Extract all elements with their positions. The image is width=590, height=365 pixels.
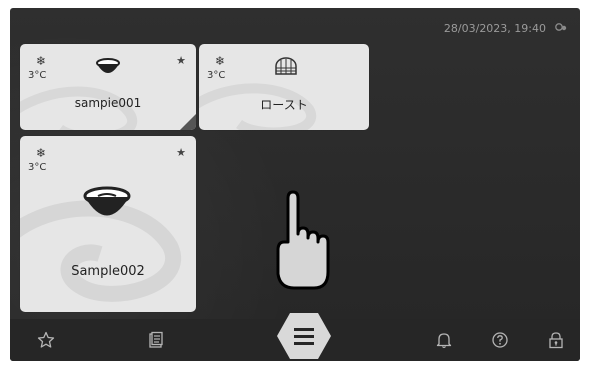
datetime-display: 28/03/2023, 19:40 (443, 22, 546, 35)
snowflake-icon: ❄ (215, 54, 226, 68)
temperature-label: 3°C (207, 70, 226, 81)
snowflake-icon: ❄ (36, 146, 47, 160)
star-icon (37, 331, 55, 348)
recipe-name: ロースト (260, 98, 308, 112)
recipe-card-sampie001[interactable]: ❄ 3°C ★ sampie001 (20, 44, 196, 130)
help-icon (492, 332, 508, 348)
recipes-button[interactable] (136, 319, 176, 361)
grill-icon (275, 57, 297, 75)
hand-pointer-icon (276, 190, 330, 290)
temperature-label: 3°C (28, 70, 47, 81)
recipe-card-sample002[interactable]: ❄ 3°C ★ Sample002 (20, 136, 196, 312)
corner-marker (180, 114, 196, 130)
document-icon (149, 331, 163, 348)
recipe-name: sampie001 (74, 96, 142, 110)
help-button[interactable] (480, 319, 520, 361)
menu-button[interactable] (275, 311, 333, 361)
lock-icon (549, 332, 563, 349)
bottom-navigation-bar (10, 313, 580, 361)
notifications-button[interactable] (424, 319, 464, 361)
snowflake-icon: ❄ (36, 54, 47, 68)
bowl-icon (96, 58, 120, 73)
network-icon (555, 23, 567, 31)
temperature-label: 3°C (28, 162, 47, 173)
star-icon[interactable]: ★ (176, 146, 186, 159)
star-icon[interactable]: ★ (176, 54, 186, 67)
lock-button[interactable] (536, 319, 576, 361)
app-screen: 28/03/2023, 19:40 ❄ 3°C ★ sampie001 ❄ 3°… (10, 8, 580, 361)
recipe-card-roast[interactable]: ❄ 3°C ロースト (199, 44, 369, 130)
favorites-button[interactable] (26, 319, 66, 361)
menu-icon (294, 328, 314, 345)
swirl-background (20, 200, 181, 302)
bowl-icon (83, 186, 131, 216)
recipe-name: Sample002 (71, 264, 145, 279)
bell-icon (436, 333, 452, 349)
